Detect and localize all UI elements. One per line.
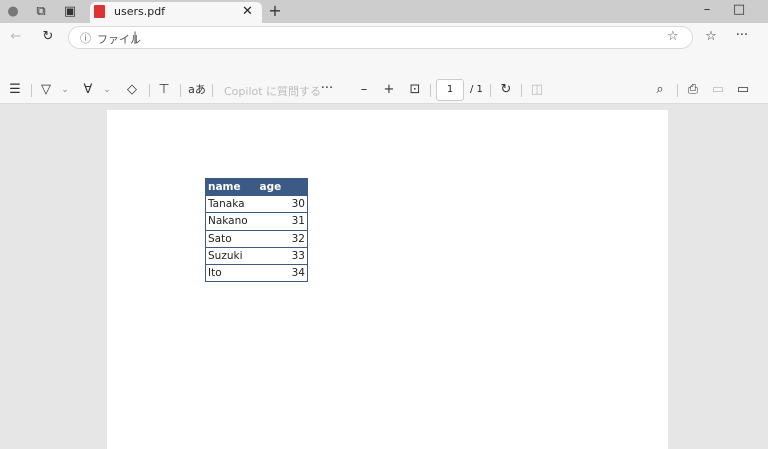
new-tab-icon[interactable]: + xyxy=(267,3,283,19)
table-row: Suzuki 33 xyxy=(205,247,308,265)
zoom-out-icon[interactable]: – xyxy=(356,82,372,98)
chevron-down-icon[interactable]: ⌄ xyxy=(99,82,115,98)
highlight-icon[interactable]: ▽ xyxy=(38,82,54,98)
rotate-icon[interactable]: ↻ xyxy=(498,82,514,98)
table-row: Nakano 31 xyxy=(205,212,308,231)
table-row: Tanaka 30 xyxy=(205,195,308,214)
address-bar[interactable]: ⓘ ファイル | ☆ xyxy=(68,26,693,49)
text-box-icon[interactable]: ⊤ xyxy=(156,82,172,98)
table-row: Sato 32 xyxy=(205,230,308,248)
save-icon: ▭ xyxy=(711,82,725,97)
tab-actions-icon[interactable]: ▣ xyxy=(62,4,78,20)
more-menu-icon[interactable]: ··· xyxy=(734,28,750,44)
chevron-down-icon[interactable]: ⌄ xyxy=(57,82,73,98)
maximize-icon[interactable]: □ xyxy=(731,2,747,18)
search-icon[interactable]: ⌕ xyxy=(652,82,668,98)
profile-icon[interactable]: ● xyxy=(5,4,21,20)
contents-icon[interactable]: ☰ xyxy=(7,82,23,98)
minimize-icon[interactable]: – xyxy=(699,2,715,18)
favorites-icon[interactable]: ☆ xyxy=(703,29,719,45)
pdf-icon xyxy=(94,5,105,18)
pdf-page xyxy=(107,110,668,449)
print-icon[interactable]: ⎙ xyxy=(685,82,701,98)
text-cursor: | xyxy=(133,30,138,44)
table-row: Ito 34 xyxy=(205,264,308,283)
page-total: / 1 xyxy=(470,84,483,95)
close-tab-icon[interactable]: ✕ xyxy=(242,4,253,19)
info-icon: ⓘ xyxy=(80,32,91,45)
tab-users-pdf[interactable]: users.pdf ✕ xyxy=(90,2,262,23)
workspaces-icon[interactable]: ⧉ xyxy=(33,4,49,20)
tab-title: users.pdf xyxy=(114,5,166,18)
page-number-input[interactable]: 1 xyxy=(436,79,464,101)
translate-icon[interactable]: aあ xyxy=(187,82,207,98)
favorite-star-icon[interactable]: ☆ xyxy=(667,29,679,44)
two-page-icon: ◫ xyxy=(530,82,544,97)
table-header: name age xyxy=(205,178,308,197)
refresh-icon[interactable]: ↻ xyxy=(40,29,56,45)
more-tools-icon[interactable]: ··· xyxy=(319,81,335,97)
users-table: name age Tanaka 30 Nakano 31 Sato 32 Suzuki 3… xyxy=(205,178,308,283)
back-icon[interactable]: ← xyxy=(8,29,24,45)
save-as-icon[interactable]: ▭ xyxy=(735,82,751,98)
copilot-button[interactable]: Copilot に質問する xyxy=(224,83,321,99)
eraser-icon[interactable]: ◇ xyxy=(124,82,140,98)
fit-page-icon[interactable]: ⊡ xyxy=(407,82,423,98)
zoom-in-icon[interactable]: + xyxy=(381,82,397,98)
draw-icon[interactable]: ∀ xyxy=(80,82,96,98)
